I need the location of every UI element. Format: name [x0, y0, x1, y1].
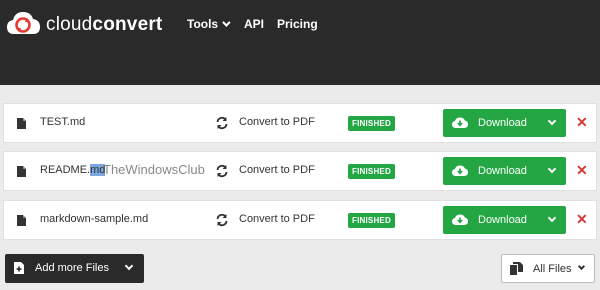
file-name-prefix: README. — [40, 164, 91, 176]
close-icon[interactable]: ✕ — [576, 162, 588, 178]
brand-logo[interactable]: cloudconvert — [5, 7, 162, 43]
download-label: Download — [478, 117, 527, 129]
all-files-label: All Files — [533, 263, 572, 275]
cloud-download-icon — [452, 214, 468, 225]
close-icon[interactable]: ✕ — [576, 114, 588, 130]
conversion-label: Convert to PDF — [239, 213, 315, 225]
file-name: TEST.md — [40, 116, 86, 128]
refresh-icon — [216, 116, 228, 130]
download-button[interactable]: Download — [443, 157, 566, 185]
file-icon — [17, 166, 26, 177]
download-button[interactable]: Download — [443, 206, 566, 234]
conversion-label: Convert to PDF — [239, 164, 315, 176]
add-more-files-label: Add more Files — [35, 262, 109, 274]
status-badge: FINISHED — [348, 213, 395, 228]
status-badge: FINISHED — [348, 116, 395, 131]
brand-name-light: cloud — [46, 14, 93, 35]
file-plus-icon — [14, 262, 24, 274]
nav-api[interactable]: API — [244, 17, 264, 31]
file-row: TEST.md Convert to PDF FINISHED Download… — [3, 103, 597, 143]
all-files-button[interactable]: All Files — [501, 254, 595, 283]
cloud-download-icon — [452, 117, 468, 128]
chevron-down-icon — [124, 261, 134, 271]
chevron-down-icon — [222, 18, 231, 27]
top-header: cloudconvert Tools API Pricing — [0, 0, 600, 85]
brand-name-bold: convert — [92, 14, 163, 35]
chevron-down-icon[interactable] — [547, 116, 557, 126]
download-button[interactable]: Download — [443, 109, 566, 137]
file-name: markdown-sample.md — [40, 213, 149, 225]
file-name: README.md — [40, 164, 106, 176]
nav-pricing[interactable]: Pricing — [277, 17, 318, 31]
download-label: Download — [478, 214, 527, 226]
refresh-icon — [216, 213, 228, 227]
files-icon — [510, 262, 523, 275]
file-row: README.md TheWindowsClub Convert to PDF … — [3, 151, 597, 191]
add-more-files-button[interactable]: Add more Files — [5, 254, 144, 283]
brand-name: cloudconvert — [46, 14, 162, 36]
status-badge: FINISHED — [348, 164, 395, 179]
nav-pricing-label: Pricing — [277, 17, 318, 31]
file-row: markdown-sample.md Convert to PDF FINISH… — [3, 200, 597, 240]
refresh-icon — [216, 164, 228, 178]
file-icon — [17, 215, 26, 226]
cloud-download-icon — [452, 165, 468, 176]
watermark-text: TheWindowsClub — [103, 162, 205, 177]
nav-api-label: API — [244, 17, 265, 31]
download-label: Download — [478, 165, 527, 177]
chevron-down-icon[interactable] — [547, 213, 557, 223]
chevron-down-icon[interactable] — [547, 164, 557, 174]
file-icon — [17, 118, 26, 129]
cloudconvert-logo-icon — [7, 12, 40, 34]
nav-tools-label: Tools — [187, 17, 219, 31]
conversion-label: Convert to PDF — [239, 116, 315, 128]
close-icon[interactable]: ✕ — [576, 211, 588, 227]
nav-tools[interactable]: Tools — [187, 17, 231, 31]
chevron-down-icon — [577, 262, 586, 271]
